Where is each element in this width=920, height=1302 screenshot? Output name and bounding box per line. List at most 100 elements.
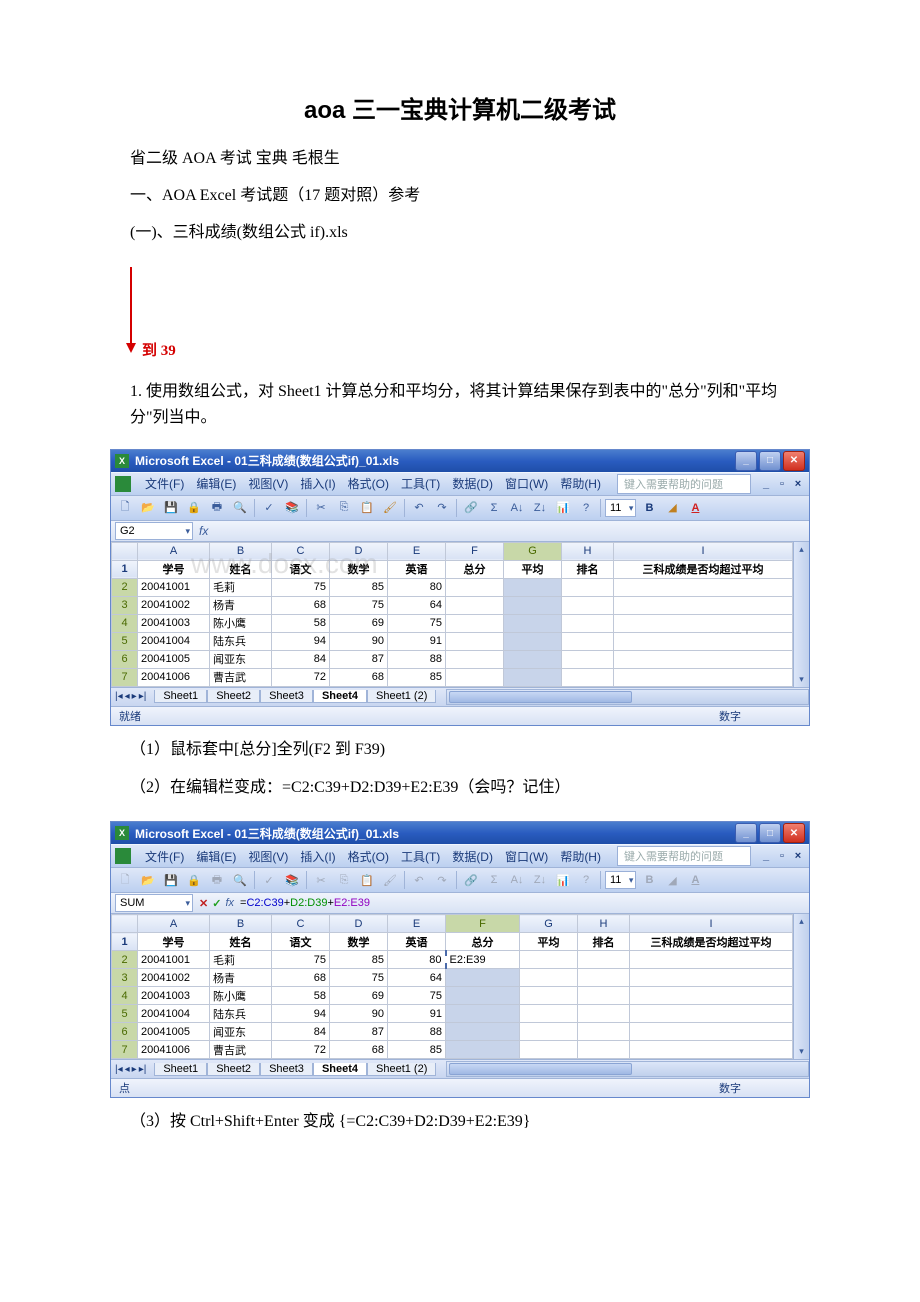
cell[interactable]: 20041002	[138, 969, 210, 987]
cell[interactable]: 75	[272, 578, 330, 596]
cell[interactable]: 75	[272, 951, 330, 969]
row-header[interactable]: 6	[112, 650, 138, 668]
cell[interactable]	[614, 668, 793, 686]
cell[interactable]: 20041001	[138, 951, 210, 969]
cell[interactable]: E2:E39	[446, 951, 520, 969]
cell[interactable]: 三科成绩是否均超过平均	[630, 933, 793, 951]
cell[interactable]: 杨青	[210, 969, 272, 987]
row-header[interactable]: 4	[112, 987, 138, 1005]
cell[interactable]: 85	[330, 578, 388, 596]
cell[interactable]: 94	[272, 1005, 330, 1023]
row-header[interactable]: 1	[112, 933, 138, 951]
cell[interactable]	[630, 969, 793, 987]
cell[interactable]: 68	[272, 596, 330, 614]
cell[interactable]: 68	[330, 1041, 388, 1059]
menu-format[interactable]: 格式(O)	[342, 475, 395, 492]
column-header[interactable]: D	[330, 542, 388, 560]
cell[interactable]: 总分	[446, 560, 504, 578]
row-header[interactable]: 5	[112, 632, 138, 650]
print-icon[interactable]: 🖶	[207, 498, 227, 518]
cell[interactable]	[562, 650, 614, 668]
cell[interactable]	[520, 969, 578, 987]
cell[interactable]: 85	[388, 668, 446, 686]
cell[interactable]: 20041003	[138, 614, 210, 632]
sheet-tab[interactable]: Sheet2	[207, 690, 260, 703]
spreadsheet-grid[interactable]: ABCDEFGHI1学号姓名语文数学英语总分平均排名三科成绩是否均超过平均220…	[111, 542, 809, 687]
fill-color-icon[interactable]: ◢	[662, 498, 682, 518]
cell[interactable]: 94	[272, 632, 330, 650]
cell[interactable]	[504, 632, 562, 650]
chart-icon[interactable]: 📊	[553, 498, 573, 518]
sheet-tab[interactable]: Sheet3	[260, 1063, 313, 1076]
row-header[interactable]: 7	[112, 668, 138, 686]
column-header[interactable]: C	[272, 542, 330, 560]
cell[interactable]: 陆东兵	[210, 632, 272, 650]
preview-icon[interactable]: 🔍	[230, 498, 250, 518]
sheet-tab[interactable]: Sheet3	[260, 690, 313, 703]
column-header[interactable]: E	[388, 915, 446, 933]
new-icon[interactable]: 🗋	[115, 498, 135, 518]
minimize-button[interactable]: _	[735, 823, 757, 843]
column-header[interactable]: B	[210, 542, 272, 560]
cell[interactable]: 68	[330, 668, 388, 686]
sheet-tab[interactable]: Sheet1 (2)	[367, 690, 436, 703]
cell[interactable]	[520, 951, 578, 969]
cell[interactable]	[446, 1041, 520, 1059]
cell[interactable]	[504, 596, 562, 614]
cell[interactable]: 陈小鹰	[210, 614, 272, 632]
sheet-tab[interactable]: Sheet4	[313, 690, 367, 703]
cell[interactable]	[578, 1041, 630, 1059]
cell[interactable]: 20041004	[138, 1005, 210, 1023]
menu-insert[interactable]: 插入(I)	[294, 475, 341, 492]
menu-edit[interactable]: 编辑(E)	[190, 475, 242, 492]
cell[interactable]: 72	[272, 1041, 330, 1059]
name-box[interactable]: G2	[115, 522, 193, 540]
menu-help[interactable]: 帮助(H)	[554, 848, 607, 865]
cell[interactable]: 曹吉武	[210, 1041, 272, 1059]
sort-asc-icon[interactable]: A↓	[507, 498, 527, 518]
cell[interactable]	[562, 596, 614, 614]
fx-icon[interactable]: fx	[199, 524, 208, 538]
fx-icon[interactable]: fx	[225, 897, 234, 910]
cell[interactable]	[578, 1005, 630, 1023]
cell[interactable]: 84	[272, 650, 330, 668]
column-header[interactable]: I	[630, 915, 793, 933]
cancel-icon[interactable]: ✕	[199, 897, 208, 910]
cell[interactable]: 毛莉	[210, 951, 272, 969]
cell[interactable]	[446, 987, 520, 1005]
column-header[interactable]: D	[330, 915, 388, 933]
cell[interactable]: 91	[388, 632, 446, 650]
sheet-tab[interactable]: Sheet1	[154, 1063, 207, 1076]
cell[interactable]	[630, 951, 793, 969]
cell[interactable]	[446, 1005, 520, 1023]
cell[interactable]	[520, 1023, 578, 1041]
cell[interactable]: 75	[388, 987, 446, 1005]
cell[interactable]: 平均	[520, 933, 578, 951]
column-header[interactable]: A	[138, 915, 210, 933]
cell[interactable]: 69	[330, 987, 388, 1005]
row-header[interactable]: 4	[112, 614, 138, 632]
cell[interactable]: 陆东兵	[210, 1005, 272, 1023]
cell[interactable]	[578, 987, 630, 1005]
cell[interactable]: 90	[330, 632, 388, 650]
cell[interactable]: 20041003	[138, 987, 210, 1005]
cell[interactable]	[446, 969, 520, 987]
menu-file[interactable]: 文件(F)	[139, 848, 190, 865]
maximize-button[interactable]: □	[759, 823, 781, 843]
column-header[interactable]: F	[446, 542, 504, 560]
cell[interactable]: 英语	[388, 933, 446, 951]
menu-view[interactable]: 视图(V)	[242, 848, 294, 865]
menu-file[interactable]: 文件(F)	[139, 475, 190, 492]
cell[interactable]	[446, 632, 504, 650]
cell[interactable]: 20041005	[138, 650, 210, 668]
cell[interactable]: 64	[388, 596, 446, 614]
cell[interactable]	[614, 596, 793, 614]
hyperlink-icon[interactable]: 🔗	[461, 498, 481, 518]
sort-desc-icon[interactable]: Z↓	[530, 498, 550, 518]
cell[interactable]: 英语	[388, 560, 446, 578]
paste-icon[interactable]: 📋	[357, 498, 377, 518]
doc-restore[interactable]: ▫	[775, 478, 789, 490]
cell[interactable]	[504, 578, 562, 596]
cell[interactable]: 平均	[504, 560, 562, 578]
cell[interactable]: 排名	[562, 560, 614, 578]
